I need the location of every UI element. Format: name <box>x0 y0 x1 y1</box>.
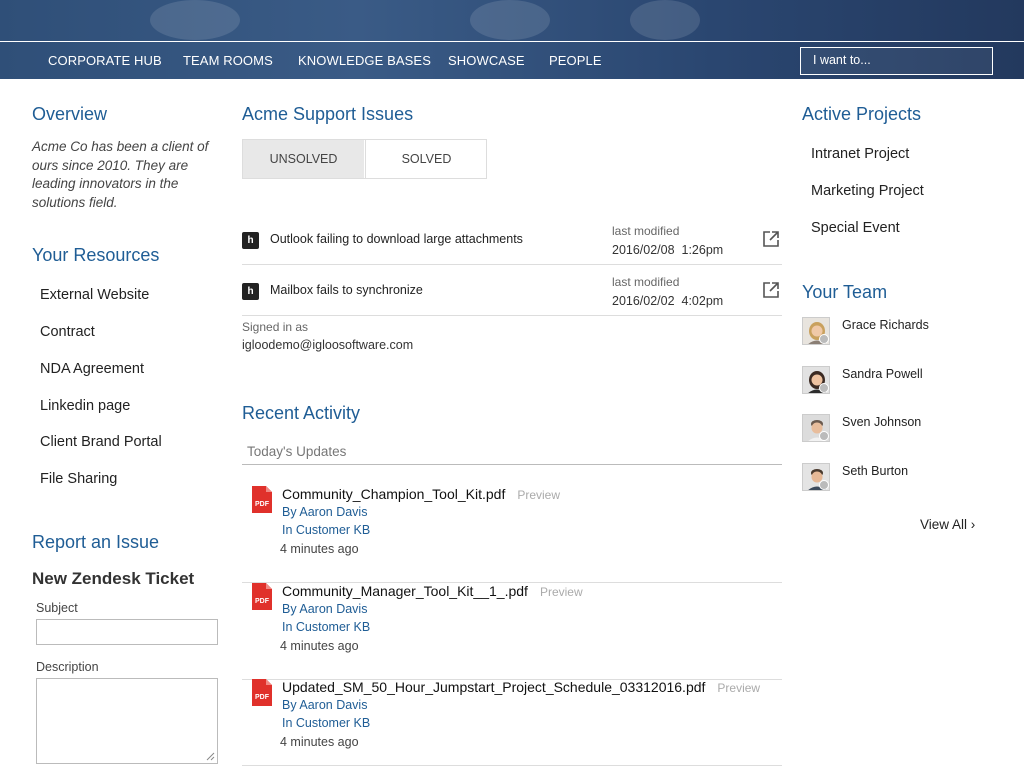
issue-row[interactable]: h Outlook failing to download large atta… <box>242 214 782 265</box>
project-link-intranet[interactable]: Intranet Project <box>811 146 909 162</box>
overview-title: Overview <box>32 104 108 124</box>
activity-timestamp: 4 minutes ago <box>280 542 359 556</box>
presence-status-icon <box>819 383 829 393</box>
resource-link-contract[interactable]: Contract <box>40 324 95 340</box>
presence-status-icon <box>819 480 829 490</box>
banner-photo-shape <box>630 0 700 40</box>
banner-photo-shape <box>470 0 550 40</box>
activity-file-link[interactable]: Community_Champion_Tool_Kit.pdf <box>282 486 505 502</box>
issue-date: 2016/02/08 1:26pm <box>612 243 724 257</box>
external-link-icon[interactable] <box>762 230 780 248</box>
nav-item-people[interactable]: PEOPLE <box>549 42 602 79</box>
issue-tabs: UNSOLVED SOLVED <box>242 139 487 179</box>
signed-in-label: Signed in as <box>242 320 309 334</box>
activity-file-row: Updated_SM_50_Hour_Jumpstart_Project_Sch… <box>282 679 760 695</box>
activity-file-row: Community_Champion_Tool_Kit.pdf Preview <box>282 486 560 502</box>
resource-link-client-brand-portal[interactable]: Client Brand Portal <box>40 434 162 450</box>
preview-link[interactable]: Preview <box>517 488 560 502</box>
presence-status-icon <box>819 431 829 441</box>
description-label: Description <box>36 660 99 674</box>
presence-status-icon <box>819 334 829 344</box>
team-member[interactable]: Grace Richards <box>802 317 992 347</box>
activity-timestamp: 4 minutes ago <box>280 639 359 653</box>
resize-grip-icon[interactable] <box>206 752 215 761</box>
preview-link[interactable]: Preview <box>540 585 583 599</box>
preview-link[interactable]: Preview <box>717 681 760 695</box>
your-team-title: Your Team <box>802 282 888 302</box>
resource-link-linkedin-page[interactable]: Linkedin page <box>40 398 130 414</box>
resource-link-nda-agreement[interactable]: NDA Agreement <box>40 361 144 377</box>
activity-file-link[interactable]: Updated_SM_50_Hour_Jumpstart_Project_Sch… <box>282 679 705 695</box>
issue-row[interactable]: h Mailbox fails to synchronize last modi… <box>242 265 782 316</box>
nav-item-showcase[interactable]: SHOWCASE <box>448 42 525 79</box>
activity-item: PDF Updated_SM_50_Hour_Jumpstart_Project… <box>242 679 782 766</box>
nav-item-corporate-hub[interactable]: CORPORATE HUB <box>48 42 162 79</box>
subject-label: Subject <box>36 601 78 615</box>
last-modified-label: last modified <box>612 224 680 238</box>
team-member[interactable]: Sandra Powell <box>802 366 992 396</box>
team-member[interactable]: Sven Johnson <box>802 414 992 444</box>
i-want-to-dropdown[interactable]: I want to... <box>800 47 993 75</box>
team-member[interactable]: Seth Burton <box>802 463 992 493</box>
resource-link-file-sharing[interactable]: File Sharing <box>40 471 117 487</box>
activity-location-link[interactable]: In Customer KB <box>282 716 370 730</box>
activity-location-link[interactable]: In Customer KB <box>282 620 370 634</box>
last-modified-label: last modified <box>612 275 680 289</box>
nav-item-knowledge-bases[interactable]: KNOWLEDGE BASES <box>298 42 431 79</box>
svg-text:PDF: PDF <box>255 501 270 508</box>
zendesk-ticket-title: New Zendesk Ticket <box>32 569 195 588</box>
view-all-team-link[interactable]: View All › <box>920 517 975 532</box>
team-member-name[interactable]: Sven Johnson <box>842 415 921 429</box>
activity-timestamp: 4 minutes ago <box>280 735 359 749</box>
resources-title: Your Resources <box>32 245 160 265</box>
zendesk-h-icon: h <box>242 232 259 249</box>
banner-photo-shape <box>150 0 240 40</box>
issue-title[interactable]: Mailbox fails to synchronize <box>270 283 423 297</box>
pdf-file-icon: PDF <box>252 583 272 610</box>
support-issues-title: Acme Support Issues <box>242 104 414 124</box>
signed-in-email: igloodemo@igloosoftware.com <box>242 338 414 352</box>
svg-text:PDF: PDF <box>255 694 270 701</box>
external-link-icon[interactable] <box>762 281 780 299</box>
header-banner: CORPORATE HUB TEAM ROOMS KNOWLEDGE BASES… <box>0 0 1024 79</box>
issue-date: 2016/02/02 4:02pm <box>612 294 724 308</box>
activity-item: PDF Community_Champion_Tool_Kit.pdf Previ… <box>242 486 782 583</box>
resource-link-external-website[interactable]: External Website <box>40 287 149 303</box>
activity-file-row: Community_Manager_Tool_Kit__1_.pdf Previe… <box>282 583 583 599</box>
pdf-file-icon: PDF <box>252 486 272 513</box>
recent-activity-title: Recent Activity <box>242 403 361 423</box>
tab-unsolved[interactable]: UNSOLVED <box>243 140 364 178</box>
pdf-file-icon: PDF <box>252 679 272 706</box>
activity-author-link[interactable]: By Aaron Davis <box>282 602 367 616</box>
description-textarea[interactable] <box>36 678 218 764</box>
tab-solved[interactable]: SOLVED <box>365 140 487 178</box>
activity-author-link[interactable]: By Aaron Davis <box>282 505 367 519</box>
project-link-special-event[interactable]: Special Event <box>811 220 900 236</box>
todays-updates-label: Today's Updates <box>247 444 347 459</box>
active-projects-title: Active Projects <box>802 104 922 124</box>
todays-updates-header: Today's Updates <box>242 440 782 465</box>
zendesk-h-icon: h <box>242 283 259 300</box>
project-link-marketing[interactable]: Marketing Project <box>811 183 924 199</box>
svg-text:PDF: PDF <box>255 598 270 605</box>
report-issue-title: Report an Issue <box>32 532 160 552</box>
subject-input[interactable] <box>36 619 218 645</box>
overview-text: Acme Co has been a client of ours since … <box>32 139 209 210</box>
activity-location-link[interactable]: In Customer KB <box>282 523 370 537</box>
activity-file-link[interactable]: Community_Manager_Tool_Kit__1_.pdf <box>282 583 528 599</box>
activity-item: PDF Community_Manager_Tool_Kit__1_.pdf Pr… <box>242 583 782 680</box>
team-member-name[interactable]: Seth Burton <box>842 464 908 478</box>
issue-title[interactable]: Outlook failing to download large attach… <box>270 232 523 246</box>
team-member-name[interactable]: Grace Richards <box>842 318 929 332</box>
activity-author-link[interactable]: By Aaron Davis <box>282 698 367 712</box>
team-member-name[interactable]: Sandra Powell <box>842 367 923 381</box>
nav-item-team-rooms[interactable]: TEAM ROOMS <box>183 42 273 79</box>
